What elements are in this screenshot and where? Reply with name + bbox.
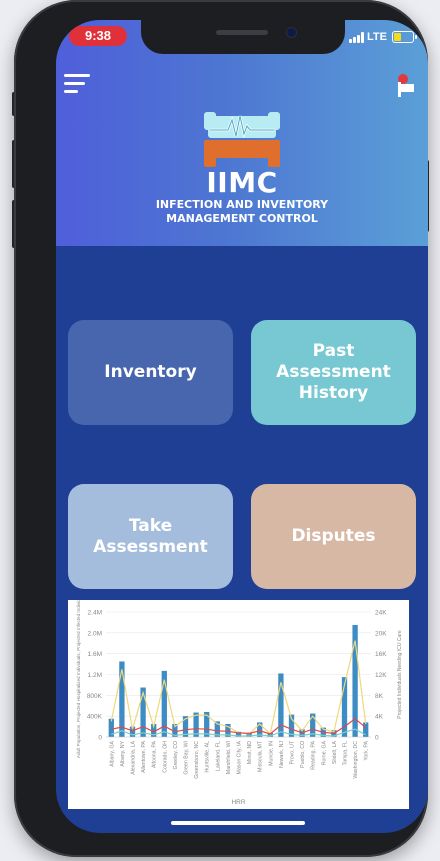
x-tick-label: Allentown, PA (141, 740, 147, 772)
x-tick-label: Washington, DC (353, 741, 359, 779)
y-tick-label-left: 1.2M (88, 672, 102, 679)
y-tick-label-left: 2.4M (88, 610, 102, 617)
y-tick-label-right: 20K (375, 630, 387, 637)
x-tick-label: Muncie, IN (268, 741, 274, 766)
speaker-grille (216, 30, 268, 35)
y-tick-label-right: 0 (375, 735, 379, 742)
x-tick-label: Tampa, FL (343, 741, 349, 766)
y-tick-label-left: 400K (87, 714, 103, 721)
flag-icon[interactable] (394, 72, 416, 98)
x-tick-label: Reading, PA (311, 740, 317, 769)
signal-icon (349, 31, 365, 43)
x-tick-label: Provo, UT (290, 740, 296, 764)
app-title: IIMC (206, 166, 278, 199)
front-camera (286, 27, 297, 38)
app-screen: 9:38 LTE IIMC INFECTION AND INVENTORY MA… (56, 20, 428, 833)
x-tick-label: Huntsville, AL (205, 741, 211, 773)
status-indicators: LTE (349, 29, 417, 45)
y-tick-label-left: 1.6M (88, 651, 102, 658)
chart-svg: 0 400K 800K 1.2M 1.6M 2.0M 2.4M 0 4K 8K 12K 16K 20K 2… (76, 590, 403, 806)
network-label: LTE (367, 31, 387, 43)
y-tick-label-left: 800K (87, 693, 103, 700)
take-assessment-button[interactable]: Take Assessment (68, 484, 233, 589)
disputes-button[interactable]: Disputes (251, 484, 416, 589)
chart-bar (140, 687, 146, 737)
x-tick-label: Greeley, CO (173, 741, 179, 769)
x-tick-label: Colorado, OH (162, 741, 168, 773)
phone-frame: 9:38 LTE IIMC INFECTION AND INVENTORY MA… (14, 0, 428, 857)
x-tick-label: Alexandria, LA (131, 740, 137, 774)
x-tick-label: Slidell, LA (332, 740, 338, 764)
x-tick-label: Albany, GA (109, 740, 115, 766)
x-tick-label: Rome, GA (321, 740, 327, 765)
x-tick-label: York, PA (364, 740, 370, 760)
y-tick-label-left: 0 (98, 735, 102, 742)
hospital-bed-heartbeat-logo (202, 106, 282, 168)
y-tick-label-right: 16K (375, 651, 387, 658)
x-tick-label: Greensboro, NC (194, 741, 200, 779)
app-subtitle: INFECTION AND INVENTORY MANAGEMENT CONTR… (155, 198, 329, 225)
x-tick-label: Pueblo, CO (300, 741, 306, 768)
hamburger-menu-icon[interactable] (64, 74, 90, 94)
x-tick-label: Minot, ND (247, 741, 253, 764)
x-tick-label: Altoona, PA (152, 740, 158, 768)
chart-series-line (110, 640, 367, 736)
status-time: 9:38 (69, 26, 127, 46)
past-assessment-history-button[interactable]: Past Assessment History (251, 320, 416, 425)
home-indicator[interactable] (171, 821, 305, 825)
x-tick-label: Mason City, IA (237, 740, 243, 774)
chart-bar (119, 661, 125, 737)
x-tick-label: Green Bay, WI (184, 741, 190, 775)
x-tick-label: Marshfield, WI (226, 741, 232, 774)
inventory-button[interactable]: Inventory (68, 320, 233, 425)
x-axis-title: HRR (231, 799, 245, 806)
x-tick-label: Newark, NJ (279, 741, 285, 768)
device-notch (141, 20, 345, 54)
y-axis-title-left: Adult Population, Projected Hospitalized… (76, 600, 81, 758)
battery-icon (392, 31, 417, 43)
x-tick-label: Missoula, MT (258, 740, 264, 772)
y-tick-label-right: 24K (375, 610, 387, 617)
y-tick-label-right: 4K (375, 714, 384, 721)
hrr-chart: 0 400K 800K 1.2M 1.6M 2.0M 2.4M 0 4K 8K 12K 16K 20K 2… (68, 590, 409, 809)
x-tick-label: Albany, NY (120, 740, 126, 766)
y-tick-label-left: 2.0M (88, 630, 102, 637)
chart-series-line (111, 718, 367, 735)
x-tick-label: Lakeland, FL (215, 741, 221, 771)
y-tick-label-right: 8K (375, 693, 384, 700)
y-axis-title-right: Projected Individuals Needing ICU Care (397, 630, 403, 719)
y-tick-label-right: 12K (375, 672, 387, 679)
